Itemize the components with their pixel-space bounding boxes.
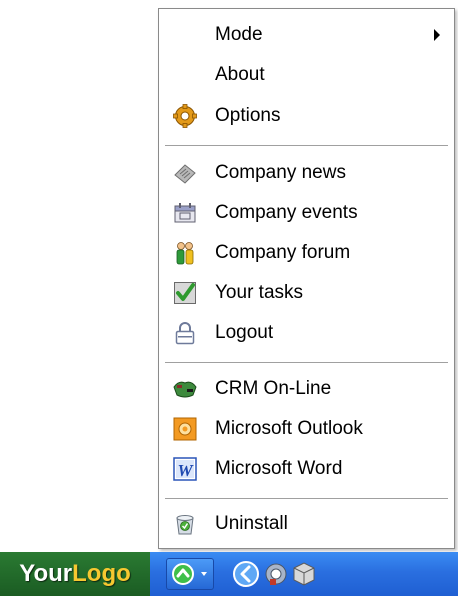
menu-item-microsoft-word[interactable]: W Microsoft Word xyxy=(159,451,454,487)
satellite-icon xyxy=(265,563,287,585)
menu-item-label: Company news xyxy=(215,162,346,183)
tray-app-icon xyxy=(172,563,207,585)
menu-separator xyxy=(165,362,448,364)
menu-item-options[interactable]: Options xyxy=(159,98,454,134)
lock-icon xyxy=(175,322,195,345)
menu-item-label: Company events xyxy=(215,202,358,223)
menu-separator xyxy=(165,145,448,147)
company-logo: Your Logo xyxy=(0,552,150,596)
menu-item-company-news[interactable]: Company news xyxy=(159,155,454,191)
menu-item-company-forum[interactable]: Company forum xyxy=(159,235,454,271)
menu-item-mode[interactable]: Mode xyxy=(159,17,454,53)
calendar-icon xyxy=(174,203,196,223)
uninstall-icon xyxy=(176,515,194,535)
back-arrow-icon xyxy=(233,561,259,587)
outlook-icon xyxy=(173,417,197,441)
menu-item-about[interactable]: About xyxy=(159,57,454,93)
menu-item-crm-online[interactable]: CRM On-Line xyxy=(159,371,454,407)
menu-item-microsoft-outlook[interactable]: Microsoft Outlook xyxy=(159,411,454,447)
people-icon xyxy=(176,242,194,265)
menu-item-company-events[interactable]: Company events xyxy=(159,195,454,231)
menu-item-label: Microsoft Word xyxy=(215,458,343,479)
menu-item-label: Company forum xyxy=(215,242,351,263)
checkmark-icon xyxy=(174,282,196,304)
submenu-arrow-icon xyxy=(434,29,440,41)
menu-separator xyxy=(165,498,448,500)
logo-text-logo: Logo xyxy=(72,560,131,587)
menu-item-uninstall[interactable]: Uninstall xyxy=(159,506,454,542)
menu-item-label: Uninstall xyxy=(215,513,288,534)
logo-text-your: Your xyxy=(19,560,73,587)
svg-text:W: W xyxy=(177,461,194,480)
menu-item-label: Mode xyxy=(215,24,263,45)
menu-item-your-tasks[interactable]: Your tasks xyxy=(159,275,454,311)
gear-icon xyxy=(173,104,197,128)
cube-icon xyxy=(293,562,315,586)
chevron-down-icon xyxy=(201,572,207,576)
menu-item-label: Your tasks xyxy=(215,282,304,303)
menu-item-label: CRM On-Line xyxy=(215,378,332,399)
news-icon xyxy=(174,164,196,184)
tray-menu-button[interactable] xyxy=(166,558,214,590)
menu-item-label: Microsoft Outlook xyxy=(215,418,363,439)
tray-icons xyxy=(233,561,315,587)
context-menu: Mode About Options Company news Company … xyxy=(158,8,455,549)
menu-item-label: Options xyxy=(215,105,281,126)
menu-item-label: Logout xyxy=(215,322,274,343)
word-icon: W xyxy=(173,457,197,481)
crm-icon xyxy=(173,381,197,398)
menu-item-label: About xyxy=(215,64,265,85)
taskbar: Your Logo xyxy=(0,552,458,596)
menu-item-logout[interactable]: Logout xyxy=(159,315,454,351)
